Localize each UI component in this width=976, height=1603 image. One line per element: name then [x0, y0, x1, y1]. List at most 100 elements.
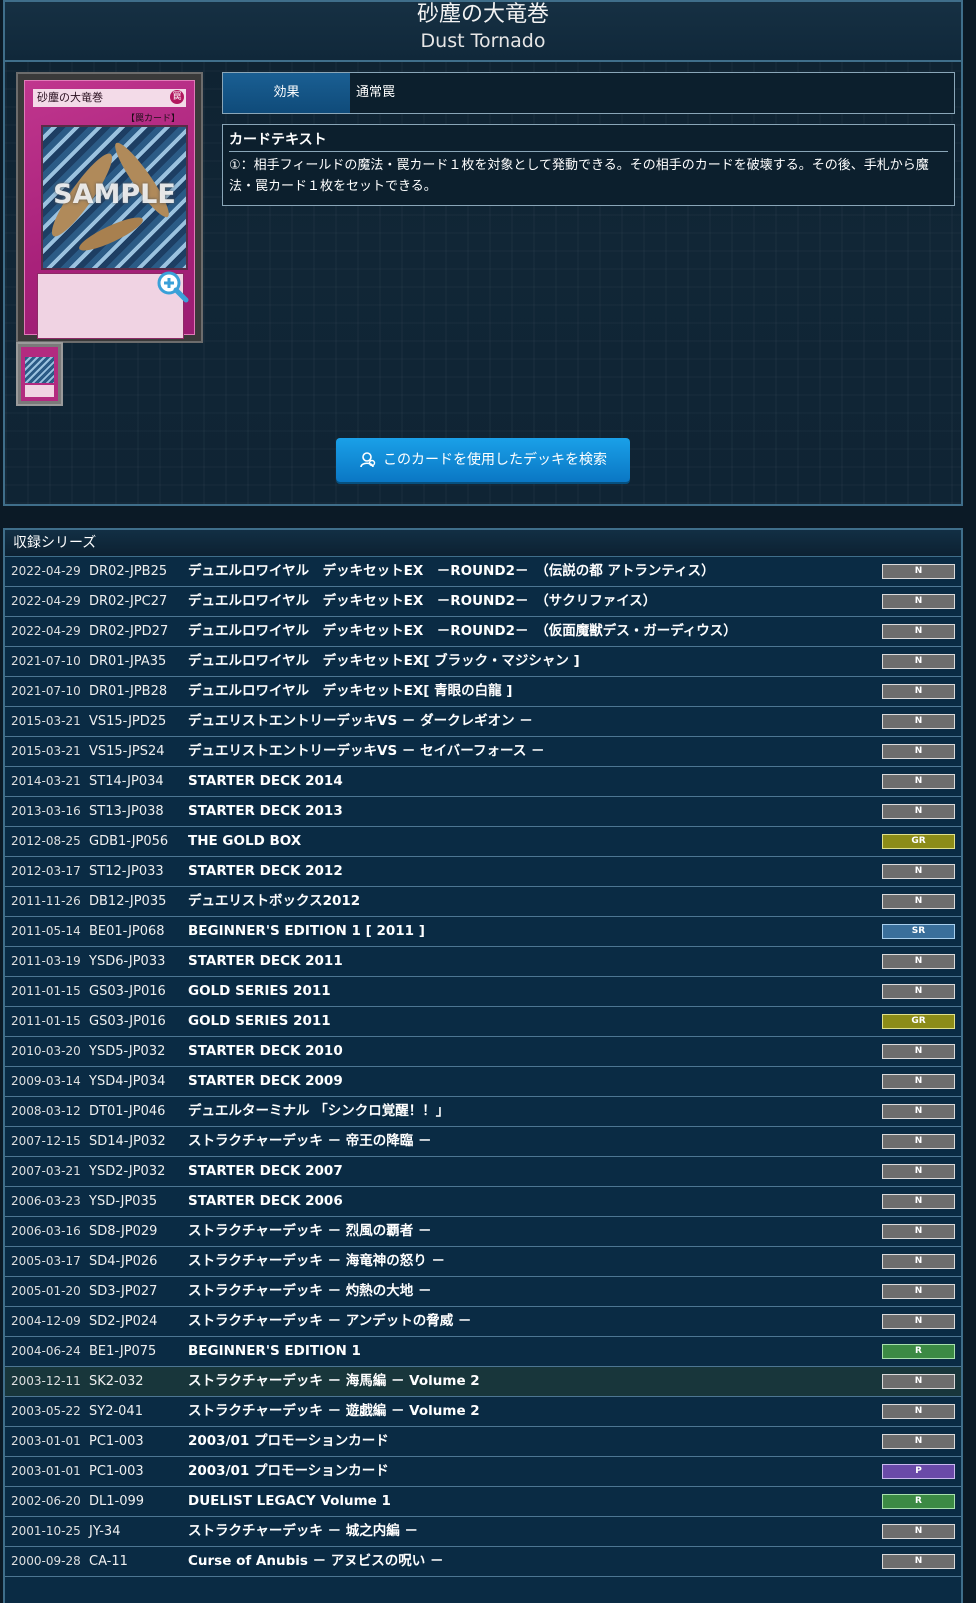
series-row[interactable]: 2004-06-24 BE1-JP075 BEGINNER'S EDITION 1 R [5, 1337, 961, 1367]
series-row[interactable]: 2021-07-10 DR01-JPA35 デュエルロワイヤル デッキセットEX[ … [5, 647, 961, 677]
pack-name[interactable]: Curse of Anubis － アヌビスの呪い － [188, 1547, 444, 1576]
pack-name[interactable]: ストラクチャーデッキ － 灼熱の大地 － [188, 1277, 431, 1306]
series-row[interactable]: 2011-01-15 GS03-JP016 GOLD SERIES 2011 N [5, 977, 961, 1007]
deck-search-button[interactable]: このカードを使用したデッキを検索 [336, 438, 630, 482]
release-date: 2010-03-20 [11, 1044, 81, 1058]
rarity-badge: N [882, 714, 955, 729]
pack-name[interactable]: STARTER DECK 2010 [188, 1037, 343, 1066]
release-date: 2006-03-16 [11, 1224, 81, 1238]
series-row[interactable]: 2012-03-17 ST12-JP033 STARTER DECK 2012 N [5, 857, 961, 887]
series-row[interactable]: 2003-12-11 SK2-032 ストラクチャーデッキ － 海馬編 － Volu… [5, 1367, 961, 1397]
release-date: 2001-10-25 [11, 1524, 81, 1538]
pack-name[interactable]: THE GOLD BOX [188, 827, 301, 856]
release-date: 2004-12-09 [11, 1314, 81, 1328]
rarity-badge: N [882, 1554, 955, 1569]
card-number: JY-34 [89, 1524, 121, 1539]
series-row[interactable]: 2022-04-29 DR02-JPC27 デュエルロワイヤル デッキセットEX －… [5, 587, 961, 617]
rarity-badge: P [882, 1464, 955, 1479]
pack-name[interactable]: デュエルロワイヤル デッキセットEX[ ブラック・マジシャン ] [188, 647, 580, 676]
series-row[interactable]: 2002-06-20 DL1-099 DUELIST LEGACY Volume 1… [5, 1487, 961, 1517]
pack-name[interactable]: STARTER DECK 2007 [188, 1157, 343, 1186]
series-row[interactable]: 2009-03-14 YSD4-JP034 STARTER DECK 2009 N [5, 1067, 961, 1097]
pack-name[interactable]: ストラクチャーデッキ － 城之内編 － [188, 1517, 418, 1546]
pack-name[interactable]: デュエルロワイヤル デッキセットEX[ 青眼の白龍 ] [188, 677, 512, 706]
pack-name[interactable]: 2003/01 プロモーションカード [188, 1427, 389, 1456]
series-row[interactable]: 2003-01-01 PC1-003 2003/01 プロモーションカード N [5, 1427, 961, 1457]
card-number: ST12-JP033 [89, 864, 164, 879]
series-row[interactable]: 2013-03-16 ST13-JP038 STARTER DECK 2013 N [5, 797, 961, 827]
pack-name[interactable]: デュエリストエントリーデッキVS － ダークレギオン － [188, 707, 533, 736]
series-row[interactable]: 2022-04-29 DR02-JPB25 デュエルロワイヤル デッキセットEX －… [5, 557, 961, 587]
series-row[interactable]: 2006-03-23 YSD-JP035 STARTER DECK 2006 N [5, 1187, 961, 1217]
pack-name[interactable]: STARTER DECK 2014 [188, 767, 343, 796]
series-row[interactable]: 2022-04-29 DR02-JPD27 デュエルロワイヤル デッキセットEX －… [5, 617, 961, 647]
pack-name[interactable]: ストラクチャーデッキ － 烈風の覇者 － [188, 1217, 431, 1246]
pack-name[interactable]: ストラクチャーデッキ － 海馬編 － Volume 2 [188, 1367, 480, 1396]
pack-name[interactable]: デュエリストボックス2012 [188, 887, 360, 916]
release-date: 2000-09-28 [11, 1554, 81, 1568]
sample-watermark: SAMPLE [53, 179, 176, 210]
series-row[interactable]: 2010-03-20 YSD5-JP032 STARTER DECK 2010 N [5, 1037, 961, 1067]
pack-name[interactable]: デュエルロワイヤル デッキセットEX －ROUND2－ （伝説の都 アトランティ… [188, 557, 715, 586]
release-date: 2003-01-01 [11, 1434, 81, 1448]
release-date: 2009-03-14 [11, 1074, 81, 1088]
series-row[interactable]: 2003-01-01 PC1-003 2003/01 プロモーションカード P [5, 1457, 961, 1487]
card-number: DR02-JPD27 [89, 624, 169, 639]
pack-name[interactable]: DUELIST LEGACY Volume 1 [188, 1487, 391, 1516]
series-row[interactable]: 2011-11-26 DB12-JP035 デュエリストボックス2012 N [5, 887, 961, 917]
pack-name[interactable]: STARTER DECK 2011 [188, 947, 343, 976]
series-row[interactable]: 2015-03-21 VS15-JPS24 デュエリストエントリーデッキVS － セ… [5, 737, 961, 767]
pack-name[interactable]: ストラクチャーデッキ － 海竜神の怒り － [188, 1247, 445, 1276]
series-row[interactable]: 2007-12-15 SD14-JP032 ストラクチャーデッキ － 帝王の降臨 －… [5, 1127, 961, 1157]
series-heading: 収録シリーズ [5, 530, 961, 557]
card-number: PC1-003 [89, 1464, 144, 1479]
series-row[interactable]: 2005-01-20 SD3-JP027 ストラクチャーデッキ － 灼熱の大地 － N [5, 1277, 961, 1307]
pack-name[interactable]: BEGINNER'S EDITION 1 [188, 1337, 361, 1366]
zoom-in-icon[interactable] [155, 269, 189, 303]
series-row[interactable]: 2004-12-09 SD2-JP024 ストラクチャーデッキ － アンデットの脅威… [5, 1307, 961, 1337]
pack-name[interactable]: GOLD SERIES 2011 [188, 977, 331, 1006]
series-row[interactable]: 2006-03-16 SD8-JP029 ストラクチャーデッキ － 烈風の覇者 － N [5, 1217, 961, 1247]
series-row[interactable]: 2005-03-17 SD4-JP026 ストラクチャーデッキ － 海竜神の怒り －… [5, 1247, 961, 1277]
pack-name[interactable]: BEGINNER'S EDITION 1 [ 2011 ] [188, 917, 425, 946]
series-row[interactable]: 2012-08-25 GDB1-JP056 THE GOLD BOX GR [5, 827, 961, 857]
series-list: 収録シリーズ 2022-04-29 DR02-JPB25 デュエルロワイヤル デッキ… [3, 528, 963, 1603]
pack-name[interactable]: ストラクチャーデッキ － 遊戯編 － Volume 2 [188, 1397, 480, 1426]
card-number: SK2-032 [89, 1374, 144, 1389]
effect-row: 効果 通常罠 [222, 72, 955, 114]
pack-name[interactable]: STARTER DECK 2009 [188, 1067, 343, 1096]
release-date: 2015-03-21 [11, 714, 81, 728]
series-row[interactable]: 2001-10-25 JY-34 ストラクチャーデッキ － 城之内編 － N [5, 1517, 961, 1547]
release-date: 2011-01-15 [11, 984, 81, 998]
series-row[interactable]: 2011-05-14 BE01-JP068 BEGINNER'S EDITION 1… [5, 917, 961, 947]
pack-name[interactable]: GOLD SERIES 2011 [188, 1007, 331, 1036]
pack-name[interactable]: 2003/01 プロモーションカード [188, 1457, 389, 1486]
card-thumbnail[interactable] [16, 342, 63, 406]
pack-name[interactable]: STARTER DECK 2013 [188, 797, 343, 826]
card-number: BE1-JP075 [89, 1344, 157, 1359]
pack-name[interactable]: STARTER DECK 2006 [188, 1187, 343, 1216]
pack-name[interactable]: デュエルターミナル 「シンクロ覚醒！！」 [188, 1097, 449, 1126]
rarity-badge: GR [882, 834, 955, 849]
pack-name[interactable]: デュエルロワイヤル デッキセットEX －ROUND2－ （サクリファイス） [188, 587, 656, 616]
series-row[interactable]: 2014-03-21 ST14-JP034 STARTER DECK 2014 N [5, 767, 961, 797]
pack-name[interactable]: ストラクチャーデッキ － アンデットの脅威 － [188, 1307, 471, 1336]
pack-name[interactable]: デュエリストエントリーデッキVS － セイバーフォース － [188, 737, 545, 766]
series-row[interactable]: 2015-03-21 VS15-JPD25 デュエリストエントリーデッキVS － ダ… [5, 707, 961, 737]
series-rows: 2022-04-29 DR02-JPB25 デュエルロワイヤル デッキセットEX －… [5, 557, 961, 1577]
card-number: ST14-JP034 [89, 774, 164, 789]
rarity-badge: N [882, 1194, 955, 1209]
pack-name[interactable]: ストラクチャーデッキ － 帝王の降臨 － [188, 1127, 431, 1156]
series-row[interactable]: 2003-05-22 SY2-041 ストラクチャーデッキ － 遊戯編 － Volu… [5, 1397, 961, 1427]
series-row[interactable]: 2011-01-15 GS03-JP016 GOLD SERIES 2011 GR [5, 1007, 961, 1037]
series-row[interactable]: 2007-03-21 YSD2-JP032 STARTER DECK 2007 N [5, 1157, 961, 1187]
card-image[interactable]: 砂塵の大竜巻 罠 【罠カード】 SAMPLE [16, 72, 203, 343]
series-row[interactable]: 2008-03-12 DT01-JP046 デュエルターミナル 「シンクロ覚醒！！」… [5, 1097, 961, 1127]
series-row[interactable]: 2011-03-19 YSD6-JP033 STARTER DECK 2011 N [5, 947, 961, 977]
pack-name[interactable]: デュエルロワイヤル デッキセットEX －ROUND2－ （仮面魔獣デス・ガーディ… [188, 617, 737, 646]
pack-name[interactable]: STARTER DECK 2012 [188, 857, 343, 886]
series-row[interactable]: 2000-09-28 CA-11 Curse of Anubis － アヌビスの呪い… [5, 1547, 961, 1577]
card-number: DR01-JPB28 [89, 684, 168, 699]
series-row[interactable]: 2021-07-10 DR01-JPB28 デュエルロワイヤル デッキセットEX[ … [5, 677, 961, 707]
card-name-jp: 砂塵の大竜巻 [416, 2, 549, 27]
